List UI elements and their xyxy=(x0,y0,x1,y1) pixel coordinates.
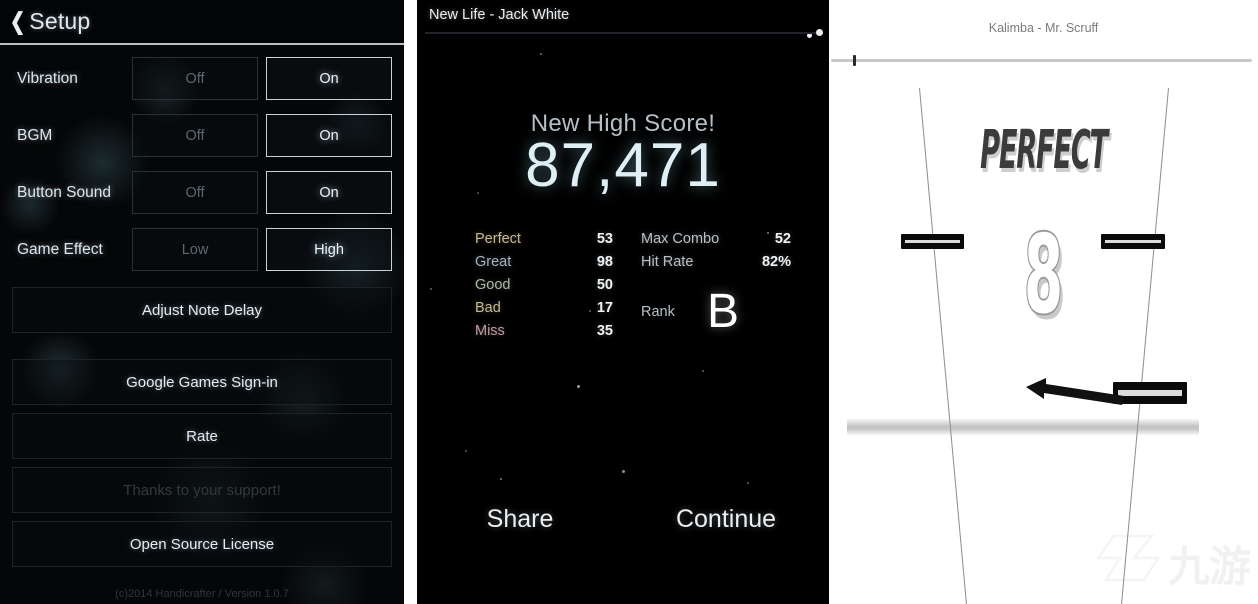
option-label: BGM xyxy=(17,126,53,144)
song-title: New Life - Jack White xyxy=(429,7,570,23)
option-row-game-effect: Game Effect Low High xyxy=(12,226,392,273)
stat-row-max-combo: Max Combo 52 xyxy=(641,228,829,251)
stat-value: 52 xyxy=(774,231,791,247)
stat-label: Miss xyxy=(475,323,505,339)
star-decoration xyxy=(577,385,580,388)
stats-section: Perfect 53 Great 98 Good 50 Bad 17 Miss xyxy=(417,228,829,343)
option-label: Game Effect xyxy=(17,240,103,258)
song-progress-bar xyxy=(425,29,823,36)
summary-stats-column: Max Combo 52 Hit Rate 82% Rank B xyxy=(623,228,829,343)
stat-label: Hit Rate xyxy=(641,254,694,270)
stat-value: 98 xyxy=(596,254,613,270)
rank-row: Rank B xyxy=(641,285,829,338)
stat-row-bad: Bad 17 xyxy=(475,297,623,320)
google-games-sign-in-button[interactable]: Google Games Sign-in xyxy=(12,359,392,405)
option-on-button[interactable]: On xyxy=(266,114,392,157)
stat-value: 82% xyxy=(761,254,791,270)
version-footer: (c)2014 Handicrafter / Version 1.0.7 xyxy=(115,588,289,600)
stat-label: Great xyxy=(475,254,512,270)
option-off-button[interactable]: Off xyxy=(132,57,258,100)
judgement-text: PERFECT xyxy=(980,119,1108,182)
score-value: 87,471 xyxy=(525,131,721,200)
rank-value: B xyxy=(707,285,740,338)
star-decoration xyxy=(702,370,704,372)
song-title: Kalimba - Mr. Scruff xyxy=(988,21,1099,35)
option-off-button[interactable]: Off xyxy=(132,114,258,157)
rank-label: Rank xyxy=(641,304,675,320)
star-decoration xyxy=(465,450,467,452)
stat-value: 50 xyxy=(596,277,613,293)
setup-options-list: Vibration Off On BGM Off On Button Sound… xyxy=(0,55,404,273)
progress-handle xyxy=(853,55,856,66)
judgement-line xyxy=(847,418,1199,436)
chevron-left-icon[interactable]: ❮ xyxy=(10,10,25,33)
star-decoration xyxy=(622,470,625,473)
option-label: Button Sound xyxy=(17,183,111,201)
stat-row-hit-rate: Hit Rate 82% xyxy=(641,251,829,274)
setup-header: ❮ Setup xyxy=(0,0,404,45)
stat-label: Perfect xyxy=(475,231,521,247)
setup-action-buttons: Adjust Note Delay Google Games Sign-in R… xyxy=(0,287,404,567)
option-low-button[interactable]: Low xyxy=(132,228,258,271)
result-screen: New Life - Jack White New High Score! 87… xyxy=(417,0,829,604)
setup-screen: ❮ Setup Vibration Off On BGM Off On Butt… xyxy=(0,0,404,604)
open-source-license-button[interactable]: Open Source License xyxy=(12,521,392,567)
option-row-vibration: Vibration Off On xyxy=(12,55,392,102)
page-title: Setup xyxy=(29,8,91,34)
screenshot-collage: ❮ Setup Vibration Off On BGM Off On Butt… xyxy=(0,0,1258,604)
stat-value: 17 xyxy=(596,300,613,316)
option-off-button[interactable]: Off xyxy=(132,171,258,214)
stat-label: Good xyxy=(475,277,511,293)
adjust-note-delay-button[interactable]: Adjust Note Delay xyxy=(12,287,392,333)
thanks-support-button[interactable]: Thanks to your support! xyxy=(12,467,392,513)
progress-handle xyxy=(816,29,823,36)
option-row-bgm: BGM Off On xyxy=(12,112,392,159)
option-on-button[interactable]: On xyxy=(266,57,392,100)
judgement-stats-column: Perfect 53 Great 98 Good 50 Bad 17 Miss xyxy=(417,228,623,343)
star-decoration xyxy=(747,482,749,484)
option-row-button-sound: Button Sound Off On xyxy=(12,169,392,216)
swipe-arrow-icon xyxy=(1026,378,1126,406)
option-label: Vibration xyxy=(17,69,78,87)
arrow-left-icon xyxy=(1026,378,1124,405)
stat-row-good: Good 50 xyxy=(475,274,623,297)
stat-value: 35 xyxy=(596,323,613,339)
stat-row-miss: Miss 35 xyxy=(475,320,623,343)
option-high-button[interactable]: High xyxy=(266,228,392,271)
option-on-button[interactable]: On xyxy=(266,171,392,214)
song-progress-bar xyxy=(831,55,1252,66)
gameplay-screen: Kalimba - Mr. Scruff PERFECT 8 九游 xyxy=(829,0,1258,604)
result-actions: Share Continue xyxy=(417,505,829,534)
stat-label: Max Combo xyxy=(641,231,720,247)
star-decoration xyxy=(540,53,542,55)
star-decoration xyxy=(500,478,502,480)
stat-value: 53 xyxy=(596,231,613,247)
stat-row-great: Great 98 xyxy=(475,251,623,274)
combo-counter: 8 xyxy=(829,213,1258,338)
stat-label: Bad xyxy=(475,300,501,316)
continue-button[interactable]: Continue xyxy=(623,505,829,534)
rate-button[interactable]: Rate xyxy=(12,413,392,459)
stat-row-perfect: Perfect 53 xyxy=(475,228,623,251)
share-button[interactable]: Share xyxy=(417,505,623,534)
combo-value: 8 xyxy=(1023,213,1064,338)
